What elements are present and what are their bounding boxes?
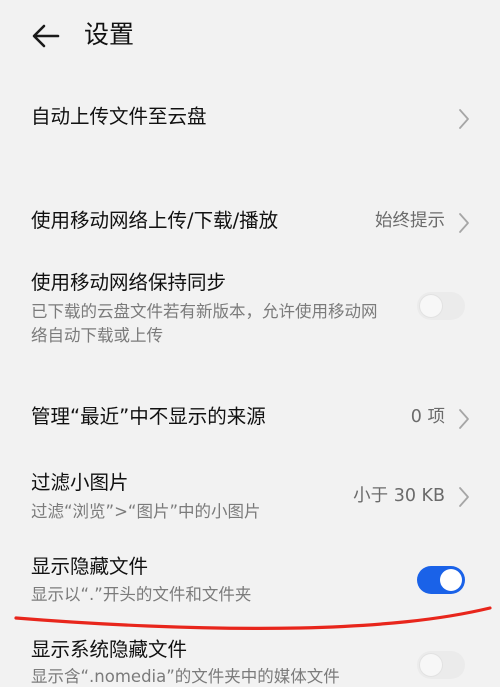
chevron-right-icon: [458, 408, 470, 430]
setting-mobile-network-transfer[interactable]: 使用移动网络上传/下载/播放 始终提示: [0, 204, 500, 244]
setting-filter-small-images[interactable]: 过滤小图片 过滤“浏览”>“图片”中的小图片 小于 30 KB: [0, 466, 500, 530]
setting-recent-sources[interactable]: 管理“最近”中不显示的来源 0 项: [0, 400, 500, 440]
setting-value: 始终提示: [375, 211, 445, 231]
setting-subtitle: 过滤“浏览”>“图片”中的小图片: [31, 502, 261, 521]
mobile-sync-toggle[interactable]: [417, 292, 465, 320]
setting-subtitle: 显示以“.”开头的文件和文件夹: [31, 585, 252, 604]
back-button[interactable]: [28, 18, 64, 54]
setting-show-system-hidden-files: 显示系统隐藏文件 显示含“.nomedia”的文件夹中的媒体文件: [0, 634, 500, 687]
setting-title: 显示系统隐藏文件: [31, 638, 188, 661]
setting-show-hidden-files: 显示隐藏文件 显示以“.”开头的文件和文件夹: [0, 550, 500, 614]
setting-title: 自动上传文件至云盘: [31, 105, 207, 128]
setting-subtitle: 显示含“.nomedia”的文件夹中的媒体文件: [31, 667, 340, 686]
chevron-right-icon: [458, 212, 470, 234]
toggle-knob: [420, 654, 442, 676]
setting-value: 小于 30 KB: [353, 486, 445, 506]
setting-subtitle: 已下载的云盘文件若有新版本，允许使用移动网络自动下载或上传: [31, 302, 378, 345]
header-bar: 设置: [0, 0, 500, 72]
chevron-right-icon: [458, 486, 470, 508]
toggle-knob: [420, 295, 442, 317]
show-system-hidden-files-toggle[interactable]: [417, 651, 465, 679]
setting-title: 过滤小图片: [31, 471, 129, 494]
setting-mobile-network-sync: 使用移动网络保持同步 已下载的云盘文件若有新版本，允许使用移动网络自动下载或上传: [0, 266, 500, 350]
setting-auto-upload[interactable]: 自动上传文件至云盘: [0, 100, 500, 140]
setting-title: 显示隐藏文件: [31, 555, 149, 578]
arrow-left-icon: [32, 24, 60, 48]
settings-screen: 设置 自动上传文件至云盘 使用移动网络上传/下载/播放 始终提示 使用移动网络保…: [0, 0, 500, 687]
show-hidden-files-toggle[interactable]: [417, 566, 465, 594]
setting-value: 0 项: [410, 407, 445, 427]
setting-title: 使用移动网络上传/下载/播放: [31, 209, 279, 232]
chevron-right-icon: [458, 108, 470, 130]
toggle-knob: [440, 569, 462, 591]
setting-title: 使用移动网络保持同步: [31, 271, 227, 294]
setting-title: 管理“最近”中不显示的来源: [31, 405, 266, 428]
page-title: 设置: [84, 20, 135, 49]
